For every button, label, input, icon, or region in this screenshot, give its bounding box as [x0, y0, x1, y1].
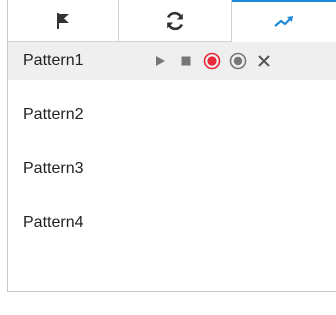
pattern-label: Pattern2 [23, 106, 84, 123]
pattern-list: Pattern1 Pattern2 Pattern3 Pattern4 [8, 42, 336, 242]
list-item[interactable]: Pattern2 [8, 96, 336, 134]
tab-preset[interactable] [8, 0, 119, 41]
list-item[interactable]: Pattern4 [8, 204, 336, 242]
pattern-label: Pattern3 [23, 160, 84, 177]
delete-button[interactable] [251, 48, 277, 74]
stop-record-icon [229, 52, 247, 70]
tab-patrol[interactable] [119, 0, 233, 41]
play-icon [156, 56, 165, 66]
flag-icon [56, 12, 69, 29]
stop-button[interactable] [173, 48, 199, 74]
pattern-controls [147, 48, 277, 74]
play-button[interactable] [147, 48, 173, 74]
trend-icon [274, 16, 294, 27]
list-item[interactable]: Pattern1 [8, 42, 336, 80]
list-item[interactable]: Pattern3 [8, 150, 336, 188]
stop-record-button[interactable] [225, 48, 251, 74]
pattern-label: Pattern1 [23, 52, 84, 69]
tab-bar [8, 0, 336, 42]
stop-icon [181, 56, 191, 66]
tab-pattern[interactable] [232, 0, 336, 42]
pattern-panel: Pattern1 Pattern2 Pattern3 Pattern4 [7, 0, 336, 292]
delete-icon [258, 55, 270, 67]
record-icon [203, 52, 221, 70]
refresh-icon [166, 11, 183, 30]
pattern-label: Pattern4 [23, 214, 84, 231]
record-button[interactable] [199, 48, 225, 74]
